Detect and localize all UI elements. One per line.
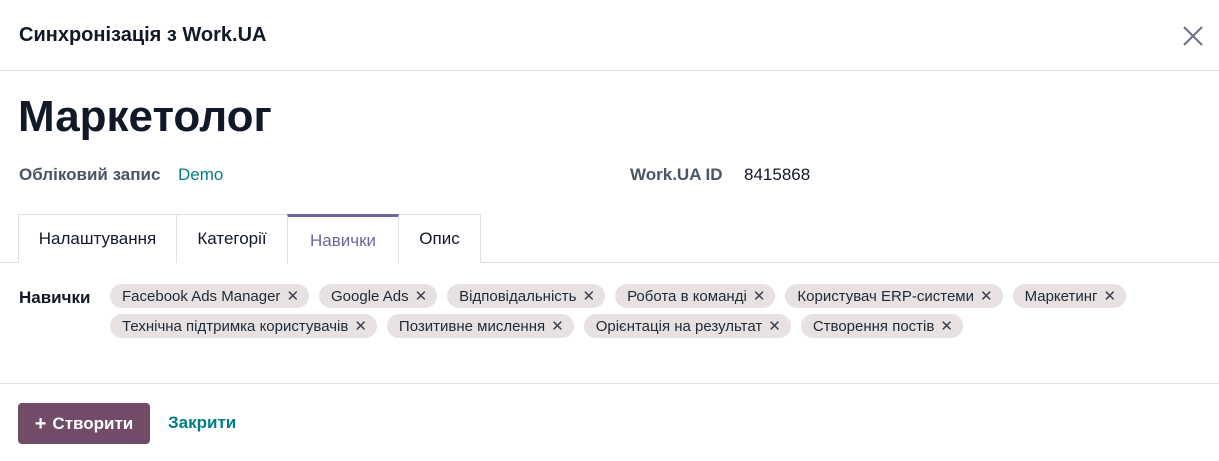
create-button-label: Створити: [52, 413, 134, 433]
skill-tag: Маркетинг ✕: [1012, 284, 1127, 308]
skill-tag: Технічна підтримка користувачів ✕: [110, 314, 377, 338]
skill-tag: Facebook Ads Manager ✕: [110, 284, 310, 308]
account-label: Обліковий запис: [19, 165, 161, 184]
skill-tag: Орієнтація на результат ✕: [583, 314, 791, 338]
skills-tags[interactable]: Facebook Ads Manager ✕ Google Ads ✕ Відпов…: [110, 284, 1170, 344]
skill-tag-label: Орієнтація на результат: [595, 317, 763, 335]
skill-tag: Google Ads ✕: [319, 284, 438, 308]
remove-tag-icon[interactable]: ✕: [415, 289, 428, 304]
skill-tag: Робота в команді ✕: [615, 284, 776, 308]
plus-icon: +: [34, 412, 47, 435]
skill-tag-label: Відповідальність: [459, 287, 577, 305]
skill-tag-label: Google Ads: [331, 287, 409, 305]
tab-skills[interactable]: Навички: [287, 214, 399, 264]
tab-settings[interactable]: Налаштування: [18, 214, 177, 263]
dialog-header: Синхронізація з Work.UA: [0, 0, 1219, 71]
footer-divider: [0, 383, 1219, 384]
remove-tag-icon[interactable]: ✕: [1104, 289, 1117, 304]
remove-tag-icon[interactable]: ✕: [582, 289, 595, 304]
skill-tag-label: Технічна підтримка користувачів: [122, 317, 349, 335]
close-icon[interactable]: [1180, 23, 1206, 49]
remove-tag-icon[interactable]: ✕: [940, 319, 953, 334]
tags-row-1: Facebook Ads Manager ✕ Google Ads ✕ Відпов…: [110, 284, 1170, 308]
tags-row-2: Технічна підтримка користувачів ✕ Позитив…: [110, 314, 1170, 338]
close-button[interactable]: Закрити: [168, 413, 236, 433]
workua-id-value[interactable]: 8415868: [744, 165, 810, 185]
remove-tag-icon[interactable]: ✕: [980, 289, 993, 304]
skill-tag-label: Маркетинг: [1024, 287, 1098, 305]
skill-tag-label: Facebook Ads Manager: [122, 287, 281, 305]
remove-tag-icon[interactable]: ✕: [286, 289, 299, 304]
dialog-title: Синхронізація з Work.UA: [19, 24, 267, 46]
record-name[interactable]: Маркетолог: [18, 92, 272, 142]
skill-tag: Позитивне мислення ✕: [386, 314, 574, 338]
create-button[interactable]: + Створити: [18, 403, 150, 444]
tab-description[interactable]: Опис: [398, 214, 481, 263]
skill-tag: Створення постів ✕: [800, 314, 963, 338]
skill-tag-label: Створення постів: [812, 317, 935, 335]
skills-label: Навички: [19, 288, 91, 307]
account-link[interactable]: Demo: [178, 165, 223, 185]
tabs-bar: Налаштування Категорії Навички Опис: [0, 214, 1219, 264]
skill-tag: Відповідальність ✕: [447, 284, 606, 308]
remove-tag-icon[interactable]: ✕: [354, 319, 367, 334]
workua-id-label: Work.UA ID: [630, 165, 723, 184]
skill-tag-label: Позитивне мислення: [398, 317, 546, 335]
skill-tag-label: Користувач ERP-системи: [797, 287, 974, 305]
tab-categories[interactable]: Категорії: [176, 214, 288, 263]
remove-tag-icon[interactable]: ✕: [551, 319, 564, 334]
remove-tag-icon[interactable]: ✕: [768, 319, 781, 334]
skill-tag-label: Робота в команді: [627, 287, 747, 305]
remove-tag-icon[interactable]: ✕: [753, 289, 766, 304]
skill-tag: Користувач ERP-системи ✕: [785, 284, 1003, 308]
